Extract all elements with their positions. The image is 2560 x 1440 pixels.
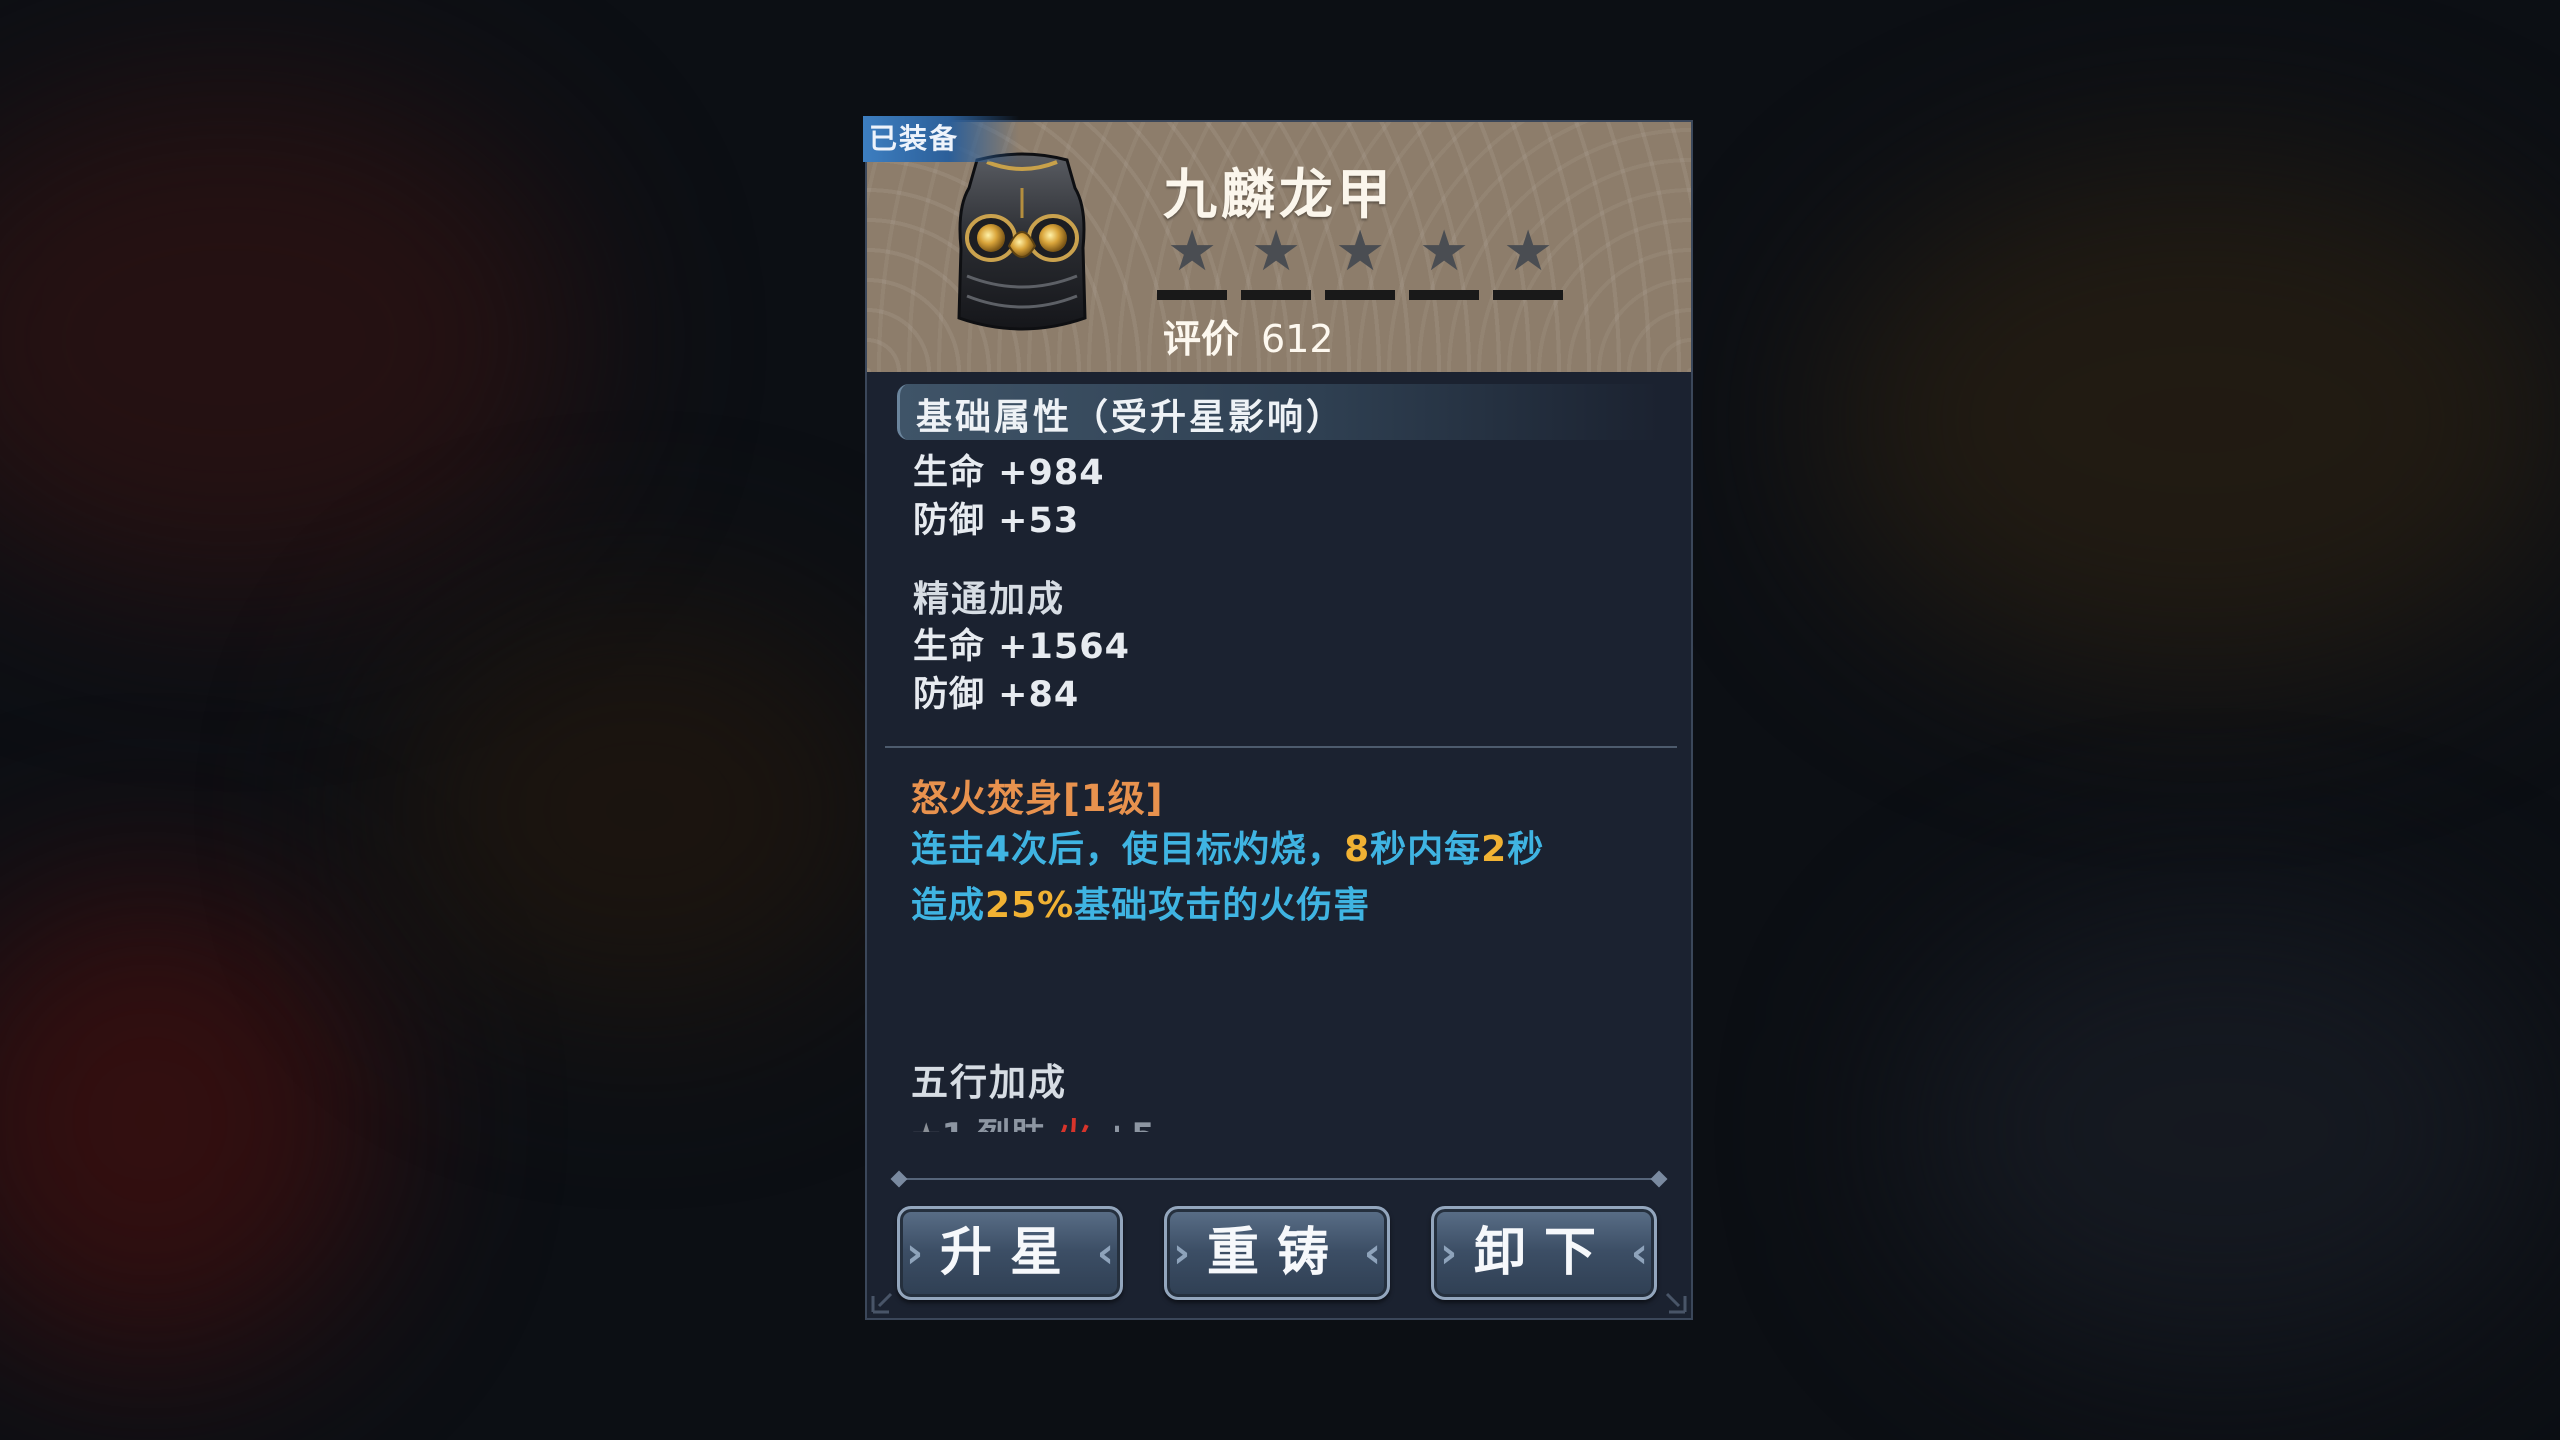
background-glow	[380, 600, 900, 1020]
reforge-button[interactable]: › 重铸 ‹	[1164, 1206, 1390, 1300]
reforge-label: 重铸	[1206, 1222, 1347, 1283]
star-icon: ★	[1503, 219, 1554, 284]
element-star-icon: ★	[911, 1116, 941, 1132]
background-glow	[0, 80, 580, 600]
chevron-right-icon: ›	[906, 1228, 924, 1277]
star-bar	[1157, 290, 1227, 300]
corner-ornament-icon	[871, 1292, 893, 1314]
rating-label: 评价	[1163, 317, 1240, 361]
unequip-label: 卸下	[1473, 1222, 1614, 1283]
chevron-left-icon: ‹	[1630, 1228, 1648, 1277]
upgrade-star-label: 升星	[939, 1222, 1080, 1283]
star-icon: ★	[1419, 219, 1470, 284]
skill-title: 怒火焚身[1级]	[911, 777, 1164, 820]
star-icon: ★	[1251, 219, 1302, 284]
unequip-button[interactable]: › 卸下 ‹	[1431, 1206, 1657, 1300]
base-attributes-title: 基础属性（受升星影响）	[916, 397, 1346, 438]
corner-ornament-icon	[1665, 1292, 1687, 1314]
base-attributes-header: 基础属性（受升星影响）	[897, 384, 1660, 440]
skill-description: 连击4次后，使目标灼烧，8秒内每2秒 造成25%基础攻击的火伤害	[911, 822, 1651, 934]
star-bar	[1493, 290, 1563, 300]
armor-icon	[957, 152, 1087, 331]
upgrade-star-button[interactable]: › 升星 ‹	[897, 1206, 1123, 1300]
star-slot: ★	[1493, 222, 1563, 314]
section-divider	[885, 746, 1677, 748]
rating-value: 612	[1261, 317, 1334, 361]
star-bar	[1325, 290, 1395, 300]
star-icon: ★	[1167, 219, 1218, 284]
divider-end-dot	[890, 1170, 908, 1188]
star-slot: ★	[1409, 222, 1479, 314]
mastery-stat-defense: 防御 +84	[913, 675, 1080, 715]
mastery-stat-hp: 生命 +1564	[913, 627, 1130, 667]
skill-desc-text: 基础攻击的火伤害	[1074, 885, 1371, 926]
skill-desc-text: 秒	[1507, 829, 1545, 870]
star-slot: ★	[1157, 222, 1227, 314]
star-bar	[1409, 290, 1479, 300]
base-stat-hp: 生命 +984	[913, 453, 1105, 493]
bottom-divider	[899, 1178, 1659, 1180]
star-rating: ★ ★ ★ ★ ★	[1157, 222, 1577, 312]
background-glow	[1900, 900, 2540, 1360]
mastery-title: 精通加成	[913, 579, 1066, 620]
skill-desc-text: 造成	[911, 885, 986, 926]
background-glow	[1820, 160, 2560, 680]
divider-end-dot	[1650, 1170, 1668, 1188]
chevron-right-icon: ›	[1440, 1228, 1458, 1277]
rating: 评价 612	[1163, 308, 1334, 363]
element-level: 1	[941, 1116, 965, 1132]
background-glow	[0, 880, 380, 1360]
chevron-left-icon: ‹	[1096, 1228, 1114, 1277]
skill-desc-text: 连击4次后，使目标灼烧，	[911, 829, 1345, 870]
element-attr: 烈肤	[977, 1116, 1045, 1132]
element-value: +5	[1103, 1116, 1155, 1132]
skill-desc-highlight: 2	[1481, 829, 1508, 870]
skill-desc-highlight: 25%	[985, 885, 1075, 926]
item-detail-panel: 九麟龙甲 ★ ★ ★ ★ ★ 评价 612 已装备 基础属性（受升星影响） 生命 …	[863, 116, 1693, 1320]
equipped-badge: 已装备	[863, 116, 1019, 162]
star-slot: ★	[1325, 222, 1395, 314]
skill-desc-highlight: 8	[1344, 829, 1371, 870]
chevron-right-icon: ›	[1173, 1228, 1191, 1277]
base-stat-defense: 防御 +53	[913, 501, 1080, 541]
five-elements-title: 五行加成	[911, 1061, 1067, 1104]
skill-desc-text: 秒内每	[1370, 829, 1482, 870]
star-bar	[1241, 290, 1311, 300]
star-icon: ★	[1335, 219, 1386, 284]
item-name: 九麟龙甲	[1163, 162, 1395, 226]
chevron-left-icon: ‹	[1363, 1228, 1381, 1277]
element-fire: 火	[1057, 1116, 1091, 1132]
star-slot: ★	[1241, 222, 1311, 314]
five-elements-row: ★1 烈肤 火 +5	[911, 1106, 1311, 1132]
